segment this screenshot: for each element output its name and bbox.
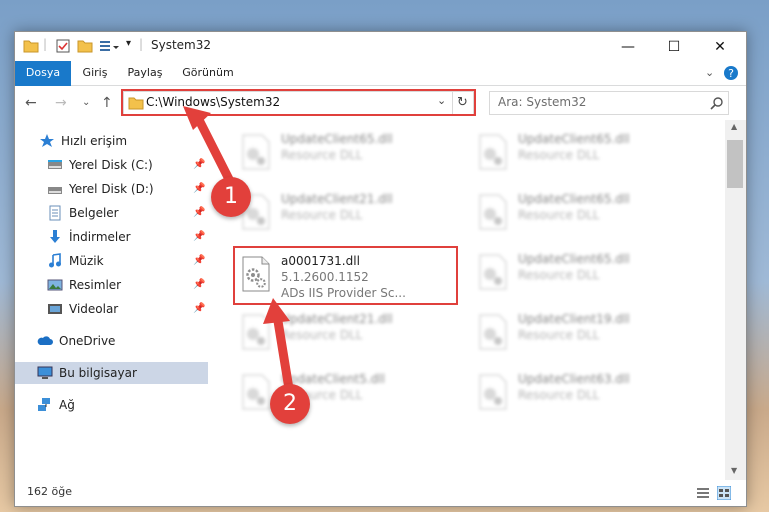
arrow-2-head [263, 298, 290, 324]
arrow-2-shaft [272, 310, 295, 400]
annotation-arrows [183, 106, 295, 400]
step-2-badge: 2 [270, 384, 310, 424]
step-1-badge: 1 [211, 177, 251, 217]
